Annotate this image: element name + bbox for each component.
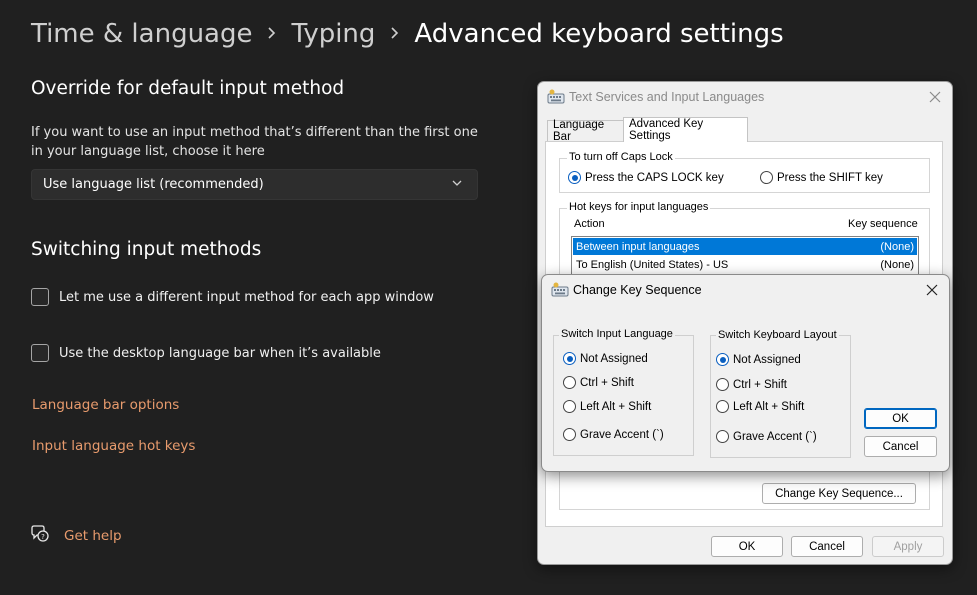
breadcrumb-time-language[interactable]: Time & language	[31, 19, 252, 49]
list-item-key: (None)	[880, 258, 914, 271]
change-key-sequence-titlebar: Change Key Sequence	[542, 275, 949, 305]
input-language-grave-accent[interactable]: Grave Accent (`)	[563, 428, 664, 441]
keyboard-layout-grave-accent[interactable]: Grave Accent (`)	[716, 430, 817, 443]
per-app-input-label: Let me use a different input method for …	[59, 289, 434, 305]
desktop-language-bar-label: Use the desktop language bar when it’s a…	[59, 345, 381, 361]
input-language-ctrl-shift[interactable]: Ctrl + Shift	[563, 376, 634, 389]
language-bar-options-link[interactable]: Language bar options	[32, 397, 179, 413]
change-key-sequence-title: Change Key Sequence	[573, 283, 702, 297]
list-item-action: To English (United States) - US	[576, 258, 729, 271]
per-app-input-checkbox[interactable]	[31, 288, 49, 306]
desktop-language-bar-checkbox[interactable]	[31, 344, 49, 362]
list-item-action: Between input languages	[576, 240, 700, 253]
page-title: Advanced keyboard settings	[414, 19, 784, 49]
change-key-sequence-dialog: Change Key Sequence Switch Input Languag…	[541, 274, 950, 472]
desktop-language-bar-checkbox-row[interactable]: Use the desktop language bar when it’s a…	[31, 344, 381, 362]
caps-lock-key-option[interactable]: Press the CAPS LOCK key	[568, 171, 724, 184]
tab-advanced-key-settings-label: Advanced Key Settings	[629, 118, 704, 142]
chevron-down-icon	[451, 177, 463, 193]
tab-advanced-key-settings[interactable]: Advanced Key Settings	[623, 117, 748, 142]
switching-heading: Switching input methods	[31, 239, 262, 260]
column-key-sequence: Key sequence	[848, 218, 918, 230]
keyboard-icon	[551, 282, 569, 298]
override-description: If you want to use an input method that’…	[31, 125, 478, 159]
apply-button[interactable]: Apply	[872, 536, 944, 557]
option-label: Left Alt + Shift	[733, 400, 805, 413]
get-help-link[interactable]: Get help	[64, 528, 122, 544]
radio[interactable]	[716, 400, 729, 413]
radio[interactable]	[563, 400, 576, 413]
list-item-key: (None)	[880, 240, 914, 253]
option-label: Ctrl + Shift	[580, 376, 635, 389]
option-label: Grave Accent (`)	[580, 428, 664, 441]
option-label: Not Assigned	[580, 352, 648, 365]
option-label: Grave Accent (`)	[733, 430, 817, 443]
text-services-titlebar: Text Services and Input Languages	[538, 82, 952, 112]
switch-keyboard-layout-label: Switch Keyboard Layout	[716, 329, 839, 341]
override-heading: Override for default input method	[31, 78, 345, 99]
per-app-input-checkbox-row[interactable]: Let me use a different input method for …	[31, 288, 434, 306]
switch-input-language-label: Switch Input Language	[559, 328, 675, 340]
keyboard-icon	[547, 89, 565, 105]
caps-lock-key-radio[interactable]	[568, 171, 581, 184]
radio[interactable]	[716, 430, 729, 443]
radio[interactable]	[716, 378, 729, 391]
breadcrumb: Time & language Typing Advanced keyboard…	[31, 14, 784, 54]
option-label: Ctrl + Shift	[733, 378, 788, 391]
cancel-button[interactable]: Cancel	[791, 536, 863, 557]
column-action: Action	[574, 218, 605, 230]
close-icon[interactable]	[925, 283, 939, 297]
breadcrumb-typing[interactable]: Typing	[291, 19, 375, 49]
caps-lock-group-label: To turn off Caps Lock	[567, 151, 675, 163]
chevron-right-icon	[390, 24, 399, 45]
shift-key-label: Press the SHIFT key	[777, 171, 883, 184]
input-language-left-alt-shift[interactable]: Left Alt + Shift	[563, 400, 651, 413]
keyboard-layout-not-assigned[interactable]: Not Assigned	[716, 353, 801, 366]
keyboard-layout-left-alt-shift[interactable]: Left Alt + Shift	[716, 400, 804, 413]
list-item[interactable]: Between input languages (None)	[573, 238, 917, 255]
option-label: Not Assigned	[733, 353, 801, 366]
close-icon[interactable]	[928, 90, 942, 104]
input-language-hot-keys-link[interactable]: Input language hot keys	[32, 438, 195, 454]
list-item[interactable]: To English (United States) - US (None)	[573, 256, 917, 273]
caps-lock-key-label: Press the CAPS LOCK key	[585, 171, 724, 184]
svg-text:?: ?	[41, 533, 45, 541]
ok-button[interactable]: OK	[864, 408, 937, 429]
get-help-row[interactable]: ? Get help	[30, 525, 122, 547]
radio-selected[interactable]	[563, 352, 576, 365]
chevron-right-icon	[267, 24, 276, 45]
tab-language-bar-label: Language Bar	[553, 119, 605, 143]
radio[interactable]	[563, 376, 576, 389]
cancel-button[interactable]: Cancel	[864, 436, 937, 457]
input-method-dropdown[interactable]: Use language list (recommended)	[31, 169, 478, 200]
radio-selected[interactable]	[716, 353, 729, 366]
shift-key-radio[interactable]	[760, 171, 773, 184]
ok-button[interactable]: OK	[711, 536, 783, 557]
help-chat-icon: ?	[30, 525, 50, 547]
shift-key-option[interactable]: Press the SHIFT key	[760, 171, 883, 184]
tab-language-bar[interactable]: Language Bar	[547, 119, 624, 143]
hot-keys-group-label: Hot keys for input languages	[567, 201, 711, 213]
keyboard-layout-ctrl-shift[interactable]: Ctrl + Shift	[716, 378, 787, 391]
dropdown-value: Use language list (recommended)	[43, 177, 264, 192]
text-services-title: Text Services and Input Languages	[569, 90, 765, 104]
input-language-not-assigned[interactable]: Not Assigned	[563, 352, 648, 365]
radio[interactable]	[563, 428, 576, 441]
option-label: Left Alt + Shift	[580, 400, 652, 413]
change-key-sequence-button[interactable]: Change Key Sequence...	[762, 483, 916, 504]
